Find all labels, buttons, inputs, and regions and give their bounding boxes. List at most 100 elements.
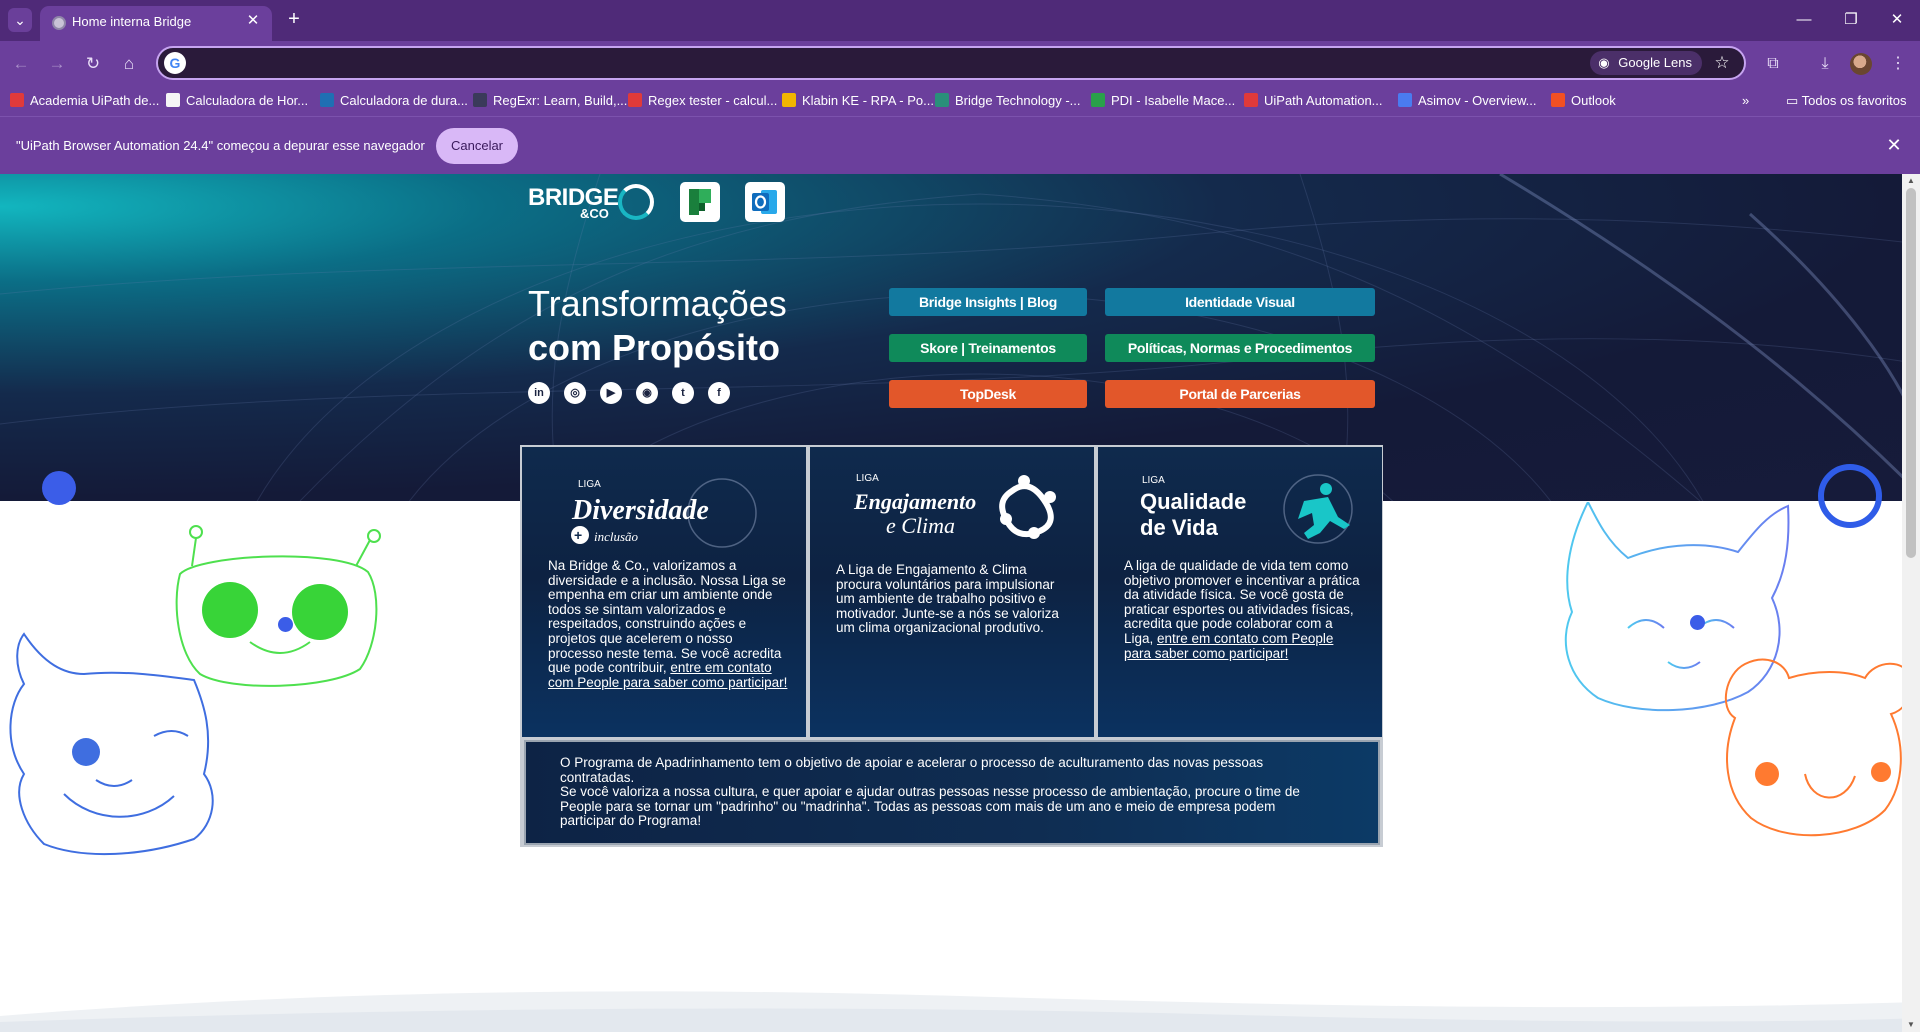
qualidade-logo: LIGA Qualidade de Vida [1140,474,1353,544]
browser-toolbar: ← → ↻ ⌂ G ◉ Google Lens ☆ ⧉ ⤓ ⋮ [0,41,1920,85]
restore-button[interactable]: ❐ [1836,8,1866,32]
bookmarks-overflow-button[interactable]: » [1742,91,1749,111]
card-qualidade-de-vida: LIGA Qualidade de Vida A liga de qualida… [1098,447,1382,737]
bookmark-label: Asimov - Overview... [1418,93,1537,108]
engajamento-logo-title2: e Clima [886,513,955,538]
cancel-button[interactable]: Cancelar [436,128,518,164]
hero-title: Transformações com Propósito [528,282,787,370]
page-scrollbar[interactable]: ▲ ▼ [1902,174,1920,1032]
diversidade-logo: LIGA Diversidade + inclusão [571,478,757,548]
ligas-section: LIGA Diversidade + inclusão Na Bridge & … [520,445,1383,847]
identidade-visual-button[interactable]: Identidade Visual [1105,288,1375,316]
google-lens-button[interactable]: ◉ Google Lens [1590,51,1702,75]
decorative-dot [42,471,76,505]
twitter-icon[interactable]: t [672,382,694,404]
download-icon[interactable]: ⤓ [1812,51,1838,77]
bookmark-favicon-icon [935,93,949,107]
bookmark-item[interactable]: Bridge Technology -... [935,91,1081,111]
bookmark-favicon-icon [1398,93,1412,107]
outlook-app-icon[interactable] [745,182,785,222]
minimize-button[interactable]: — [1789,8,1819,32]
infobar-close-icon[interactable]: ✕ [1884,135,1904,155]
bookmark-item[interactable]: Academia UiPath de... [10,91,159,111]
bookmark-label: Outlook [1571,93,1616,108]
all-bookmarks-folder[interactable]: ▭ Todos os favoritos [1786,91,1906,111]
tab-close-icon[interactable]: ✕ [244,12,262,30]
bookmark-favicon-icon [473,93,487,107]
all-bookmarks-label: Todos os favoritos [1801,93,1907,108]
bookmark-item[interactable]: Outlook [1551,91,1616,111]
page-viewport: BRIDGE &CO Transformações com Propósito … [0,174,1920,1032]
portal-parcerias-button[interactable]: Portal de Parcerias [1105,380,1375,408]
bookmark-item[interactable]: PDI - Isabelle Mace... [1091,91,1235,111]
reload-button[interactable]: ↻ [80,51,106,77]
address-bar[interactable]: G ◉ Google Lens ☆ [156,46,1746,80]
profile-avatar[interactable] [1850,53,1872,75]
bookmark-favicon-icon [628,93,642,107]
forward-button[interactable]: → [44,51,70,77]
close-window-button[interactable]: ✕ [1882,8,1912,32]
scroll-up-icon[interactable]: ▲ [1906,176,1916,186]
topdesk-button[interactable]: TopDesk [889,380,1087,408]
bookmark-favicon-icon [782,93,796,107]
folder-icon: ▭ [1786,93,1802,108]
diversidade-logo-sub: inclusão [594,529,639,544]
bookmark-label: PDI - Isabelle Mace... [1111,93,1236,108]
bookmark-item[interactable]: Calculadora de dura... [320,91,468,111]
bookmark-item[interactable]: RegExr: Learn, Build,... [473,91,627,111]
bookmark-item[interactable]: Klabin KE - RPA - Po... [782,91,934,111]
google-lens-label: Google Lens [1618,55,1692,70]
bridge-logo-subtext: &CO [580,206,609,221]
extensions-icon[interactable]: ⧉ [1760,51,1786,77]
svg-text:+: + [574,527,582,543]
bookmark-item[interactable]: Calculadora de Hor... [166,91,308,111]
menu-icon[interactable]: ⋮ [1885,51,1911,77]
decorative-dot [1690,615,1705,630]
program-text: O Programa de Apadrinhamento tem o objet… [560,755,1330,829]
bear-mascot-illustration [1725,658,1913,837]
planner-app-icon[interactable] [680,182,720,222]
camera-icon: ◉ [1598,55,1610,70]
google-icon: G [164,52,186,74]
bookmark-favicon-icon [320,93,334,107]
spotify-icon[interactable]: ◉ [636,382,658,404]
youtube-icon[interactable]: ▶ [600,382,622,404]
facebook-icon[interactable]: f [708,382,730,404]
tab-home-interna-bridge[interactable]: Home interna Bridge ✕ [40,6,272,41]
bookmark-item[interactable]: Regex tester - calcul... [628,91,777,111]
scroll-down-icon[interactable]: ▼ [1906,1020,1916,1030]
infobar-message: "UiPath Browser Automation 24.4" começou… [16,138,425,153]
linkedin-icon[interactable]: in [528,382,550,404]
diversidade-liga-label: LIGA [578,479,601,490]
bookmark-label: Calculadora de Hor... [186,93,309,108]
bookmark-label: Klabin KE - RPA - Po... [802,93,934,108]
bookmark-label: UiPath Automation... [1264,93,1383,108]
skore-treinamentos-button[interactable]: Skore | Treinamentos [889,334,1087,362]
tab-strip: ⌄ Home interna Bridge ✕ + — ❐ ✕ [0,0,1920,41]
qualidade-logo-title1: Qualidade [1140,489,1246,514]
engajamento-logo: LIGA Engajamento e Clima [853,473,1056,539]
bookmark-favicon-icon [1244,93,1258,107]
bookmark-item[interactable]: Asimov - Overview... [1398,91,1536,111]
bookmark-item[interactable]: UiPath Automation... [1244,91,1383,111]
globe-icon [52,16,66,30]
bookmark-favicon-icon [166,93,180,107]
card-diversidade: LIGA Diversidade + inclusão Na Bridge & … [522,447,806,737]
diversidade-description: Na Bridge & Co., valorizamos a diversida… [548,558,786,676]
address-input[interactable] [192,51,1492,75]
bookmark-star-icon[interactable]: ☆ [1710,51,1734,75]
instagram-icon[interactable]: ◎ [564,382,586,404]
engajamento-liga-label: LIGA [856,473,879,484]
bookmark-label: Calculadora de dura... [340,93,468,108]
politicas-normas-button[interactable]: Políticas, Normas e Procedimentos [1105,334,1375,362]
tab-search-button[interactable]: ⌄ [8,8,32,32]
home-button[interactable]: ⌂ [116,51,142,77]
bridge-insights-button[interactable]: Bridge Insights | Blog [889,288,1087,316]
new-tab-button[interactable]: + [282,8,306,32]
qualidade-liga-label: LIGA [1142,475,1165,486]
debug-infobar: "UiPath Browser Automation 24.4" começou… [0,116,1920,174]
bookmark-favicon-icon [1091,93,1105,107]
back-button[interactable]: ← [8,51,34,77]
card-engajamento: LIGA Engajamento e Clima A Liga de Engaj… [810,447,1094,737]
scroll-thumb[interactable] [1906,188,1916,558]
